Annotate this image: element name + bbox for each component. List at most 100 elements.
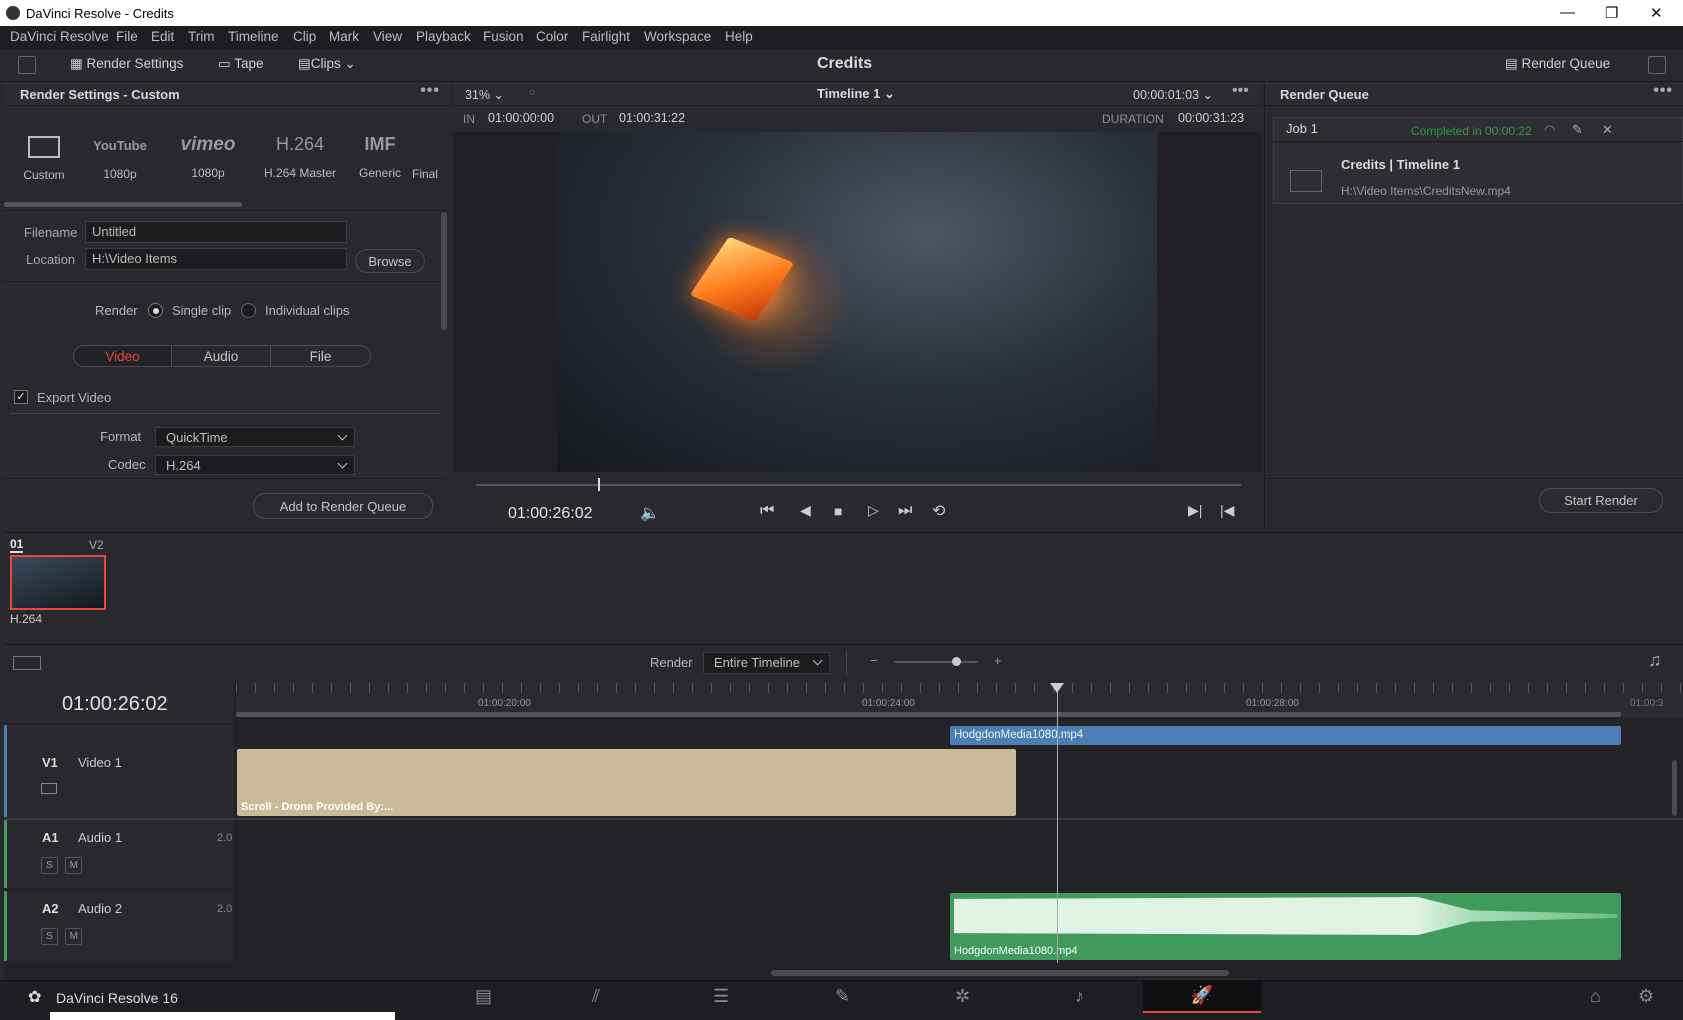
tab-audio[interactable]: Audio <box>171 345 271 367</box>
preset-h264[interactable]: H.264 H.264 Master <box>260 130 340 180</box>
preset-imf[interactable]: IMF Generic <box>340 130 420 180</box>
loop-icon[interactable]: ⟲ <box>932 501 945 521</box>
scrub-playhead[interactable] <box>598 478 600 491</box>
menu-clip[interactable]: Clip <box>293 29 316 44</box>
timeline-hscrollbar[interactable] <box>771 970 1229 976</box>
mute-button[interactable]: M <box>65 857 83 874</box>
menu-workspace[interactable]: Workspace <box>644 29 711 44</box>
menu-file[interactable]: File <box>116 29 138 44</box>
menu-color[interactable]: Color <box>536 29 568 44</box>
menu-timeline[interactable]: Timeline <box>228 29 279 44</box>
cut-page-icon[interactable]: ⫽ <box>592 986 600 1007</box>
mute-button[interactable]: M <box>65 928 83 945</box>
menu-fairlight[interactable]: Fairlight <box>582 29 630 44</box>
menu-view[interactable]: View <box>373 29 402 44</box>
next-frame-icon[interactable]: ▶| <box>1188 502 1202 519</box>
viewer-more-icon[interactable]: ••• <box>1232 82 1249 100</box>
track-header-v1[interactable]: V1 Video 1 <box>4 725 234 817</box>
menu-davinci[interactable]: DaVinci Resolve <box>10 29 109 44</box>
zoom-in-icon[interactable]: + <box>994 653 1002 668</box>
play-icon[interactable]: ▷ <box>868 502 879 519</box>
minimize-button[interactable]: — <box>1560 4 1575 21</box>
filename-input[interactable]: Untitled <box>85 221 347 243</box>
remove-job-icon[interactable]: ✕ <box>1602 122 1613 138</box>
track-header-a2[interactable]: A2 Audio 2 2.0 S M <box>4 891 234 961</box>
audio-clip-label: HodgdonMedia1080.mp4 <box>954 945 1078 957</box>
timecode-dropdown[interactable]: 00:00:01:03 ⌄ <box>1133 87 1213 102</box>
close-button[interactable]: ✕ <box>1650 4 1663 22</box>
timeline-vscrollbar[interactable] <box>1672 760 1677 816</box>
skip-start-icon[interactable]: ⏮ <box>760 502 774 520</box>
play-reverse-icon[interactable]: ◀ <box>800 502 811 519</box>
tab-file[interactable]: File <box>270 345 371 367</box>
deliver-page-tab[interactable]: 🚀 <box>1143 981 1261 1013</box>
tape-button[interactable]: ▭ Tape <box>218 56 264 72</box>
export-video-checkbox[interactable]: ✓ <box>14 390 28 404</box>
clips-button[interactable]: ▤Clips ⌄ <box>298 56 356 72</box>
render-queue-button[interactable]: ▤ Render Queue <box>1505 56 1610 72</box>
timeline-dropdown[interactable]: Timeline 1 ⌄ <box>817 86 895 102</box>
preset-youtube[interactable]: YouTube 1080p <box>80 130 160 181</box>
maximize-button[interactable]: ❐ <box>1605 4 1618 22</box>
playhead-handle-icon[interactable] <box>1050 683 1064 693</box>
settings-gear-icon[interactable]: ⚙ <box>1638 986 1654 1007</box>
clip-thumbnail[interactable] <box>10 555 106 610</box>
stop-icon[interactable]: ■ <box>834 503 842 519</box>
zoom-slider[interactable] <box>894 661 978 663</box>
video-frame[interactable] <box>557 132 1157 472</box>
browse-button[interactable]: Browse <box>355 249 425 273</box>
zoom-dropdown[interactable]: 31% ⌄ <box>465 87 504 102</box>
audio-clip[interactable]: HodgdonMedia1080.mp4 <box>950 893 1621 960</box>
volume-icon[interactable]: 🔈 <box>640 503 660 523</box>
render-mode-dropdown[interactable]: Entire Timeline <box>703 652 830 674</box>
youtube-logo: YouTube <box>93 138 147 153</box>
home-icon[interactable]: ⌂ <box>1590 986 1601 1007</box>
preset-final[interactable]: Final <box>412 130 450 181</box>
format-dropdown[interactable]: QuickTime <box>155 427 355 447</box>
menu-help[interactable]: Help <box>725 29 753 44</box>
preset-vimeo[interactable]: vimeo 1080p <box>168 130 248 180</box>
timeline-playhead[interactable] <box>1057 683 1058 963</box>
zoom-slider-handle[interactable] <box>952 657 961 666</box>
menu-playback[interactable]: Playback <box>416 29 471 44</box>
menu-mark[interactable]: Mark <box>329 29 359 44</box>
solo-button[interactable]: S <box>41 857 58 874</box>
queue-more-icon[interactable]: ••• <box>1653 82 1673 100</box>
color-page-icon[interactable]: ✲ <box>955 986 970 1007</box>
edit-page-icon[interactable]: ☰ <box>713 986 729 1007</box>
preset-custom[interactable]: Custom <box>4 130 84 182</box>
track-header-a1[interactable]: A1 Audio 1 2.0 S M <box>4 820 234 888</box>
timecode-value: 00:00:01:03 <box>1133 88 1200 102</box>
skip-end-icon[interactable]: ⏭ <box>898 502 912 520</box>
zoom-out-icon[interactable]: − <box>870 653 878 668</box>
settings-scrollbar[interactable] <box>441 212 447 330</box>
scrub-bar[interactable] <box>476 484 1241 486</box>
media-page-icon[interactable]: ▤ <box>475 986 492 1007</box>
menu-trim[interactable]: Trim <box>188 29 215 44</box>
fusion-page-icon[interactable]: ✎ <box>835 986 850 1007</box>
solo-button[interactable]: S <box>41 928 58 945</box>
individual-clips-radio[interactable] <box>241 303 256 318</box>
single-clip-radio[interactable] <box>148 303 163 318</box>
clips-strip <box>4 532 1683 642</box>
codec-dropdown[interactable]: H.264 <box>155 455 355 475</box>
video-clip-credits[interactable]: Scroll - Drone Provided By:... <box>237 749 1016 816</box>
menu-fusion[interactable]: Fusion <box>483 29 524 44</box>
edit-pencil-icon[interactable]: ✎ <box>1572 122 1583 138</box>
preset-scrollbar[interactable] <box>4 202 242 207</box>
tab-video[interactable]: Video <box>73 345 172 367</box>
render-settings-button[interactable]: ▦ Render Settings <box>70 56 183 72</box>
location-input[interactable]: H:\Video Items <box>85 248 347 270</box>
fairlight-page-icon[interactable]: ♪ <box>1075 986 1084 1007</box>
panel-collapse-icon[interactable] <box>1648 56 1666 74</box>
timeline-view-icon[interactable] <box>13 656 41 670</box>
menu-edit[interactable]: Edit <box>151 29 174 44</box>
add-to-render-queue-button[interactable]: Add to Render Queue <box>253 493 433 519</box>
prev-frame-icon[interactable]: |◀ <box>1220 502 1234 519</box>
panel-toggle-icon[interactable] <box>18 56 36 74</box>
more-options-icon[interactable]: ••• <box>420 82 440 100</box>
preset-label: 1080p <box>191 166 225 180</box>
start-render-button[interactable]: Start Render <box>1539 488 1663 513</box>
video-clip-top[interactable]: HodgdonMedia1080.mp4 <box>950 726 1621 745</box>
audio-meter-icon[interactable]: ♫ <box>1648 650 1662 671</box>
